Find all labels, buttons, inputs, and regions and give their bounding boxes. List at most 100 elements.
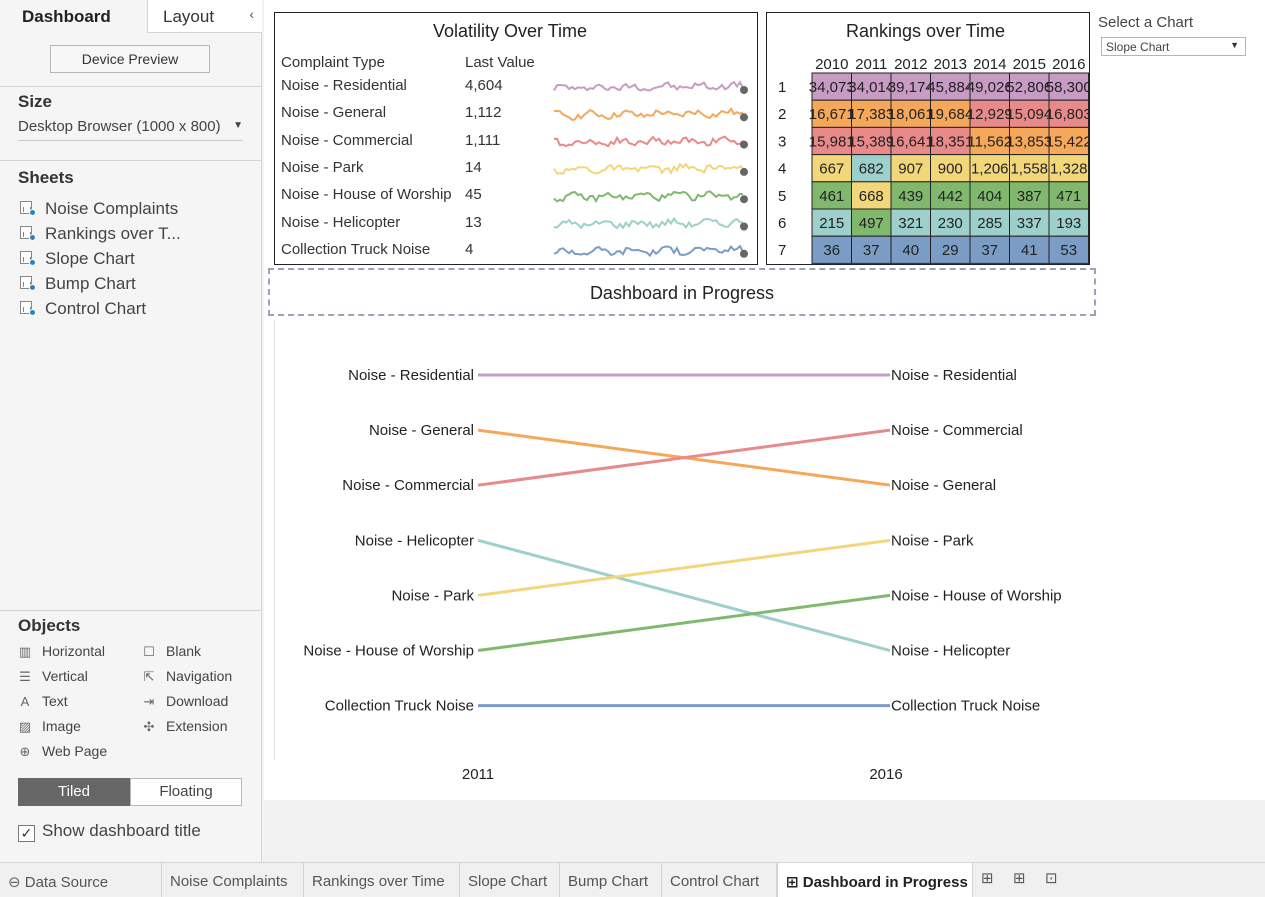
floating-toggle[interactable]: Floating xyxy=(130,778,242,806)
sheet-tab[interactable]: Rankings over Time xyxy=(304,863,460,897)
ranking-value: 37 xyxy=(863,242,880,259)
sheet-tab-label: Noise Complaints xyxy=(170,873,288,890)
tab-layout-label: Layout xyxy=(163,7,215,26)
database-icon: ⊖ xyxy=(8,874,21,891)
ranking-value: 439 xyxy=(898,188,923,205)
slope-line[interactable] xyxy=(477,538,891,597)
rankings-panel[interactable]: Rankings over Time 2010 2011 2012 2013 2014 2… xyxy=(766,12,1090,265)
sheet-tab[interactable]: Bump Chart xyxy=(560,863,662,897)
sheet-tab[interactable]: Control Chart xyxy=(662,863,777,897)
sheet-item[interactable]: Noise Complaints xyxy=(20,199,178,221)
ranking-value: 53 xyxy=(1060,242,1077,259)
ranking-value: 29 xyxy=(942,242,959,259)
new-worksheet-icon[interactable]: ⊞ xyxy=(981,869,994,887)
ranking-value: 215 xyxy=(819,215,844,232)
sheet-item[interactable]: Bump Chart xyxy=(20,274,136,296)
sparkline-last-point xyxy=(740,167,748,176)
sheet-tab-bar: ⊖ Data Source Noise Complaints Rankings o… xyxy=(0,862,1265,897)
sheet-item[interactable]: Control Chart xyxy=(20,299,146,321)
year-header: 2010 xyxy=(815,56,848,73)
year-header: 2014 xyxy=(973,56,1006,73)
sheet-item-label: Rankings over T... xyxy=(45,224,181,243)
tab-data-source[interactable]: ⊖ Data Source xyxy=(0,863,162,897)
object-web-page[interactable]: ⊕ Web Page xyxy=(18,743,108,760)
new-dashboard-icon[interactable]: ⊞ xyxy=(1013,869,1026,887)
object-text[interactable]: A Text xyxy=(18,693,68,709)
ranking-value: 193 xyxy=(1056,215,1081,232)
tab-layout[interactable]: Layout ‹ xyxy=(147,0,262,33)
object-download[interactable]: ⇥ Download xyxy=(142,693,229,710)
slope-label-right: Noise - Park xyxy=(891,532,974,549)
sparkline-series xyxy=(553,162,744,175)
new-story-icon[interactable]: ⊡ xyxy=(1045,869,1058,887)
sparkline-last-point xyxy=(740,195,748,204)
dashboard-title-box[interactable]: Dashboard in Progress xyxy=(268,268,1096,316)
ranking-value: 461 xyxy=(819,188,844,205)
collapse-chevron-icon[interactable]: ‹ xyxy=(249,6,254,22)
ranking-value: 667 xyxy=(819,161,844,178)
object-label: Web Page xyxy=(42,743,108,759)
object-extension[interactable]: ✣ Extension xyxy=(142,718,228,735)
ranking-value: 18,351 xyxy=(927,133,973,150)
show-title-checkbox[interactable]: ✓ Show dashboard title xyxy=(18,821,201,842)
object-blank[interactable]: ☐ Blank xyxy=(142,643,201,660)
rankings-table: 2010 2011 2012 2013 2014 2015 2016123456734,07… xyxy=(778,56,1089,264)
slope-label-left: Noise - General xyxy=(369,422,474,439)
sparkline-series xyxy=(553,135,744,148)
object-image[interactable]: ▨ Image xyxy=(18,718,81,735)
select-chart-dropdown[interactable]: Slope Chart ▼ xyxy=(1101,37,1246,56)
ranking-value: 682 xyxy=(859,161,884,178)
ranking-value: 404 xyxy=(977,188,1002,205)
rank-label: 3 xyxy=(778,133,786,150)
object-navigation[interactable]: ⇱ Navigation xyxy=(142,668,233,685)
ranking-value: 40 xyxy=(902,242,919,259)
image-icon: ▨ xyxy=(18,719,32,734)
sheet-tab[interactable]: ⊞ Dashboard in Progress xyxy=(777,863,973,897)
sheet-tab[interactable]: Slope Chart xyxy=(460,863,560,897)
ranking-value: 41 xyxy=(1021,242,1038,259)
select-chart-label: Select a Chart xyxy=(1098,14,1194,31)
year-header: 2016 xyxy=(1052,56,1085,73)
ranking-value: 1,206 xyxy=(971,161,1009,178)
ranking-value: 37 xyxy=(981,242,998,259)
size-value: Desktop Browser (1000 x 800) xyxy=(18,118,221,135)
sheet-tab[interactable]: Noise Complaints xyxy=(162,863,304,897)
sparkline-last-point xyxy=(740,249,748,258)
extension-icon: ✣ xyxy=(143,719,155,734)
dropdown-caret-icon: ▼ xyxy=(1230,40,1239,50)
size-heading: Size xyxy=(18,92,53,111)
vertical-icon: ☰ xyxy=(19,669,31,684)
rank-label: 7 xyxy=(778,242,786,259)
worksheet-icon xyxy=(20,225,36,241)
rank-label: 6 xyxy=(778,215,786,232)
slope-chart[interactable]: Noise - Residential Noise - Residential No… xyxy=(264,320,1264,790)
sheet-item-label: Slope Chart xyxy=(45,249,135,268)
sheet-tab-label: Control Chart xyxy=(670,873,760,890)
object-label: Text xyxy=(42,693,68,709)
tiled-toggle[interactable]: Tiled xyxy=(18,778,130,806)
ranking-value: 285 xyxy=(977,215,1002,232)
slope-line[interactable] xyxy=(477,593,891,652)
checkmark-icon[interactable]: ✓ xyxy=(18,825,35,842)
ranking-value: 668 xyxy=(859,188,884,205)
sheet-item-label: Noise Complaints xyxy=(45,199,179,218)
sheet-item[interactable]: Rankings over T... xyxy=(20,224,181,246)
text-icon: A xyxy=(20,694,30,709)
volatility-panel[interactable]: Volatility Over Time Complaint Type Last… xyxy=(274,12,758,265)
slope-label-left: Noise - Park xyxy=(391,587,474,604)
size-dropdown[interactable]: Desktop Browser (1000 x 800) ▼ xyxy=(18,118,243,141)
ranking-value: 230 xyxy=(938,215,963,232)
sparkline-last-point xyxy=(740,86,748,94)
slope-label-right: Noise - Residential xyxy=(891,367,1017,384)
device-preview-button[interactable]: Device Preview xyxy=(50,45,210,73)
sheet-item[interactable]: Slope Chart xyxy=(20,249,135,271)
rank-label: 1 xyxy=(778,79,786,96)
slope-line[interactable] xyxy=(477,538,891,652)
tab-dashboard[interactable]: Dashboard xyxy=(0,0,147,33)
show-title-label: Show dashboard title xyxy=(42,821,201,840)
slope-label-left: Noise - Residential xyxy=(348,367,474,384)
sparkline-last-point xyxy=(740,113,748,122)
object-horizontal[interactable]: ▥ Horizontal xyxy=(18,643,105,660)
object-vertical[interactable]: ☰ Vertical xyxy=(18,668,88,685)
sparkline-series xyxy=(553,106,744,121)
